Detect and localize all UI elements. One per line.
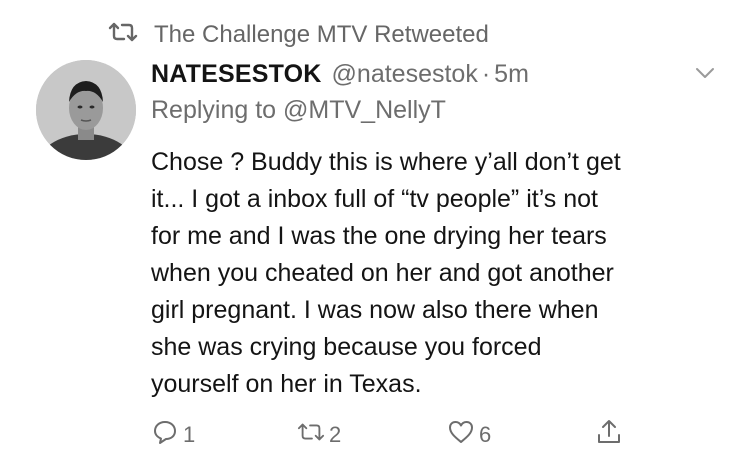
tweet-header: NATESESTOK @natesestok · 5m [151, 54, 730, 94]
timestamp[interactable]: 5m [494, 60, 529, 89]
display-name[interactable]: NATESESTOK [151, 60, 322, 89]
tweet-text-line: she was crying because you forced [151, 333, 542, 361]
tweet-text-line: Chose ? Buddy this is where y’all don’t … [151, 148, 621, 176]
reply-icon [151, 418, 179, 452]
social-context-text: The Challenge MTV Retweeted [154, 21, 489, 48]
heart-icon [447, 418, 475, 452]
tweet-text-line: girl pregnant. I was now also there when [151, 296, 599, 324]
social-context[interactable]: The Challenge MTV Retweeted [108, 18, 489, 52]
user-handle[interactable]: @natesestok [332, 60, 478, 89]
tweet-text: Chose ? Buddy this is where y’all don’t … [151, 144, 731, 403]
replying-to: Replying to @MTV_NellyT [151, 96, 446, 125]
reply-count: 1 [183, 422, 196, 447]
tweet-text-line: when you cheated on her and got another [151, 259, 614, 287]
tweet-text-line: it... I got a inbox full of “tv people” … [151, 185, 598, 213]
retweet-count: 2 [329, 422, 342, 447]
tweet-text-line: for me and I was the one drying her tear… [151, 222, 607, 250]
reply-button[interactable]: 1 [151, 418, 195, 452]
retweet-icon [297, 418, 325, 452]
share-button[interactable] [595, 418, 623, 452]
reply-prefix: Replying to [151, 96, 277, 124]
retweet-button[interactable]: 2 [297, 418, 341, 452]
like-button[interactable]: 6 [447, 418, 491, 452]
tweet-actions: 1 2 6 [151, 418, 651, 452]
share-icon [595, 418, 623, 452]
chevron-down-icon[interactable] [692, 60, 718, 86]
avatar[interactable] [36, 60, 136, 160]
separator-dot: · [481, 59, 491, 88]
reply-mention[interactable]: @MTV_NellyT [283, 96, 446, 124]
tweet-text-line: yourself on her in Texas. [151, 370, 422, 398]
like-count: 6 [479, 422, 492, 447]
retweet-icon [108, 21, 138, 50]
